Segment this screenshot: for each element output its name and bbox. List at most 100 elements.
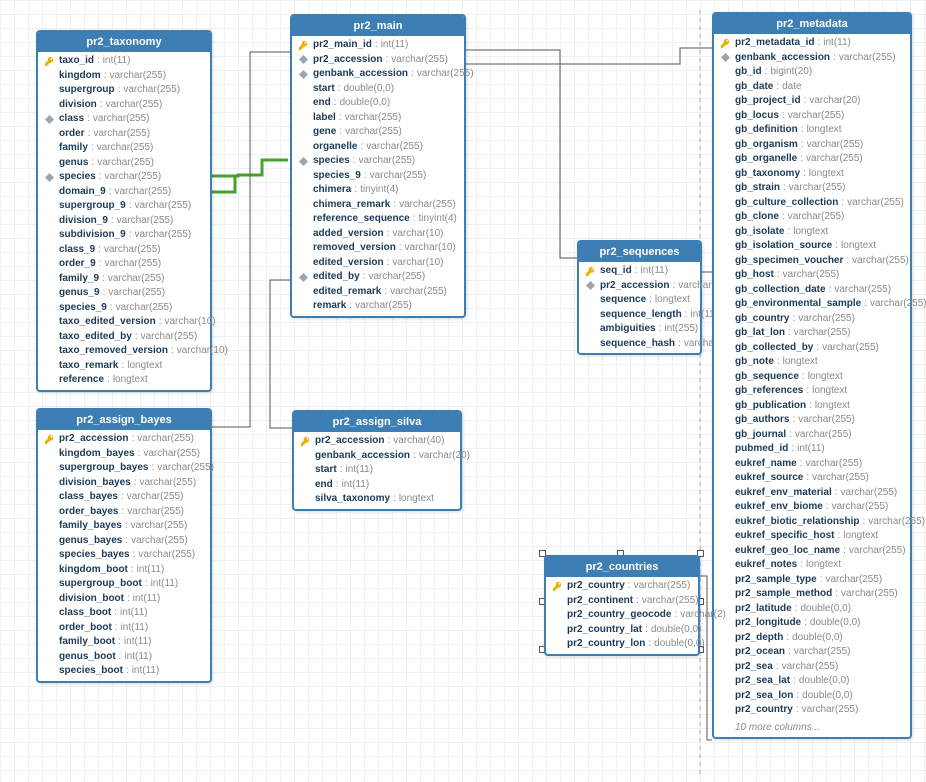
column-row[interactable]: pr2_country: varchar(255) <box>546 579 698 594</box>
column-row[interactable]: kingdom_boot: int(11) <box>38 563 210 578</box>
table-pr2_assign_silva[interactable]: pr2_assign_silvapr2_accession: varchar(4… <box>292 410 462 511</box>
column-row[interactable]: gb_isolate: longtext <box>714 225 910 240</box>
column-row[interactable]: pr2_sea: varchar(255) <box>714 660 910 675</box>
column-row[interactable]: pr2_ocean: varchar(255) <box>714 645 910 660</box>
column-row[interactable]: gb_journal: varchar(255) <box>714 428 910 443</box>
column-row[interactable]: division_bayes: varchar(255) <box>38 476 210 491</box>
column-row[interactable]: eukref_notes: longtext <box>714 558 910 573</box>
column-row[interactable]: genus_bayes: varchar(255) <box>38 534 210 549</box>
column-row[interactable]: genus_boot: int(11) <box>38 650 210 665</box>
column-row[interactable]: division_9: varchar(255) <box>38 214 210 229</box>
column-row[interactable]: end: int(11) <box>294 478 460 493</box>
column-row[interactable]: class_bayes: varchar(255) <box>38 490 210 505</box>
column-row[interactable]: pubmed_id: int(11) <box>714 442 910 457</box>
column-row[interactable]: eukref_source: varchar(255) <box>714 471 910 486</box>
column-row[interactable]: species_bayes: varchar(255) <box>38 548 210 563</box>
column-row[interactable]: edited_by: varchar(255) <box>292 270 464 285</box>
column-row[interactable]: gb_isolation_source: longtext <box>714 239 910 254</box>
column-row[interactable]: eukref_name: varchar(255) <box>714 457 910 472</box>
column-row[interactable]: pr2_main_id: int(11) <box>292 38 464 53</box>
column-row[interactable]: pr2_country_lon: double(0,0) <box>546 637 698 652</box>
column-row[interactable]: supergroup_9: varchar(255) <box>38 199 210 214</box>
column-row[interactable]: class_boot: int(11) <box>38 606 210 621</box>
column-row[interactable]: supergroup_bayes: varchar(255) <box>38 461 210 476</box>
column-row[interactable]: species_9: varchar(255) <box>38 301 210 316</box>
column-row[interactable]: gb_id: bigint(20) <box>714 65 910 80</box>
column-row[interactable]: species_boot: int(11) <box>38 664 210 679</box>
column-row[interactable]: gb_country: varchar(255) <box>714 312 910 327</box>
column-row[interactable]: pr2_sample_method: varchar(255) <box>714 587 910 602</box>
column-row[interactable]: taxo_id: int(11) <box>38 54 210 69</box>
column-row[interactable]: genbank_accession: varchar(20) <box>294 449 460 464</box>
column-row[interactable]: class: varchar(255) <box>38 112 210 127</box>
column-row[interactable]: end: double(0,0) <box>292 96 464 111</box>
column-row[interactable]: pr2_sample_type: varchar(255) <box>714 573 910 588</box>
column-row[interactable]: order_9: varchar(255) <box>38 257 210 272</box>
column-row[interactable]: genus_9: varchar(255) <box>38 286 210 301</box>
column-row[interactable]: pr2_sea_lon: double(0,0) <box>714 689 910 704</box>
column-row[interactable]: pr2_country_geocode: varchar(2) <box>546 608 698 623</box>
column-row[interactable]: order: varchar(255) <box>38 127 210 142</box>
column-row[interactable]: edited_remark: varchar(255) <box>292 285 464 300</box>
column-row[interactable]: family_9: varchar(255) <box>38 272 210 287</box>
column-row[interactable]: supergroup: varchar(255) <box>38 83 210 98</box>
column-row[interactable]: eukref_geo_loc_name: varchar(255) <box>714 544 910 559</box>
column-row[interactable]: seq_id: int(11) <box>579 264 700 279</box>
column-row[interactable]: pr2_accession: varchar(255) <box>292 53 464 68</box>
table-header[interactable]: pr2_assign_silva <box>294 412 460 432</box>
table-header[interactable]: pr2_main <box>292 16 464 36</box>
column-row[interactable]: gb_specimen_voucher: varchar(255) <box>714 254 910 269</box>
column-row[interactable]: gb_definition: longtext <box>714 123 910 138</box>
column-row[interactable]: genbank_accession: varchar(255) <box>714 51 910 66</box>
column-row[interactable]: genbank_accession: varchar(255) <box>292 67 464 82</box>
column-row[interactable]: gb_project_id: varchar(20) <box>714 94 910 109</box>
er-canvas[interactable]: pr2_taxonomytaxo_id: int(11)kingdom: var… <box>0 0 926 782</box>
column-row[interactable]: gb_organelle: varchar(255) <box>714 152 910 167</box>
table-pr2_sequences[interactable]: pr2_sequencesseq_id: int(11)pr2_accessio… <box>577 240 702 355</box>
column-row[interactable]: class_9: varchar(255) <box>38 243 210 258</box>
column-row[interactable]: removed_version: varchar(10) <box>292 241 464 256</box>
column-row[interactable]: family_bayes: varchar(255) <box>38 519 210 534</box>
column-row[interactable]: edited_version: varchar(10) <box>292 256 464 271</box>
column-row[interactable]: gb_note: longtext <box>714 355 910 370</box>
column-row[interactable]: chimera: tinyint(4) <box>292 183 464 198</box>
column-row[interactable]: genus: varchar(255) <box>38 156 210 171</box>
column-row[interactable]: sequence: longtext <box>579 293 700 308</box>
column-row[interactable]: gb_clone: varchar(255) <box>714 210 910 225</box>
column-row[interactable]: taxo_edited_version: varchar(10) <box>38 315 210 330</box>
column-row[interactable]: supergroup_boot: int(11) <box>38 577 210 592</box>
column-row[interactable]: species: varchar(255) <box>38 170 210 185</box>
column-row[interactable]: kingdom: varchar(255) <box>38 69 210 84</box>
column-row[interactable]: subdivision_9: varchar(255) <box>38 228 210 243</box>
column-row[interactable]: remark: varchar(255) <box>292 299 464 314</box>
column-row[interactable]: gb_strain: varchar(255) <box>714 181 910 196</box>
column-row[interactable]: gb_environmental_sample: varchar(255) <box>714 297 910 312</box>
column-row[interactable]: division: varchar(255) <box>38 98 210 113</box>
column-row[interactable]: gb_taxonomy: longtext <box>714 167 910 182</box>
column-row[interactable]: gb_authors: varchar(255) <box>714 413 910 428</box>
column-row[interactable]: gb_collection_date: varchar(255) <box>714 283 910 298</box>
column-row[interactable]: label: varchar(255) <box>292 111 464 126</box>
column-row[interactable]: pr2_sea_lat: double(0,0) <box>714 674 910 689</box>
table-pr2_metadata[interactable]: pr2_metadatapr2_metadata_id: int(11)genb… <box>712 12 912 739</box>
column-row[interactable]: division_boot: int(11) <box>38 592 210 607</box>
column-row[interactable]: taxo_removed_version: varchar(10) <box>38 344 210 359</box>
table-pr2_main[interactable]: pr2_main pr2_main_id: int(11)pr2_accessio… <box>290 14 466 318</box>
column-row[interactable]: gb_organism: varchar(255) <box>714 138 910 153</box>
column-row[interactable]: eukref_env_biome: varchar(255) <box>714 500 910 515</box>
more-columns-label[interactable]: 10 more columns... <box>714 720 910 737</box>
table-pr2_assign_bayes[interactable]: pr2_assign_bayespr2_accession: varchar(2… <box>36 408 212 683</box>
column-row[interactable]: family_boot: int(11) <box>38 635 210 650</box>
column-row[interactable]: gb_sequence: longtext <box>714 370 910 385</box>
column-row[interactable]: eukref_env_material: varchar(255) <box>714 486 910 501</box>
column-row[interactable]: start: double(0,0) <box>292 82 464 97</box>
column-row[interactable]: reference: longtext <box>38 373 210 388</box>
column-row[interactable]: gb_references: longtext <box>714 384 910 399</box>
column-row[interactable]: taxo_edited_by: varchar(255) <box>38 330 210 345</box>
column-row[interactable]: sequence_length: int(11) <box>579 308 700 323</box>
column-row[interactable]: pr2_continent: varchar(255) <box>546 594 698 609</box>
column-row[interactable]: pr2_longitude: double(0,0) <box>714 616 910 631</box>
column-row[interactable]: gene: varchar(255) <box>292 125 464 140</box>
column-row[interactable]: order_bayes: varchar(255) <box>38 505 210 520</box>
column-row[interactable]: gb_culture_collection: varchar(255) <box>714 196 910 211</box>
